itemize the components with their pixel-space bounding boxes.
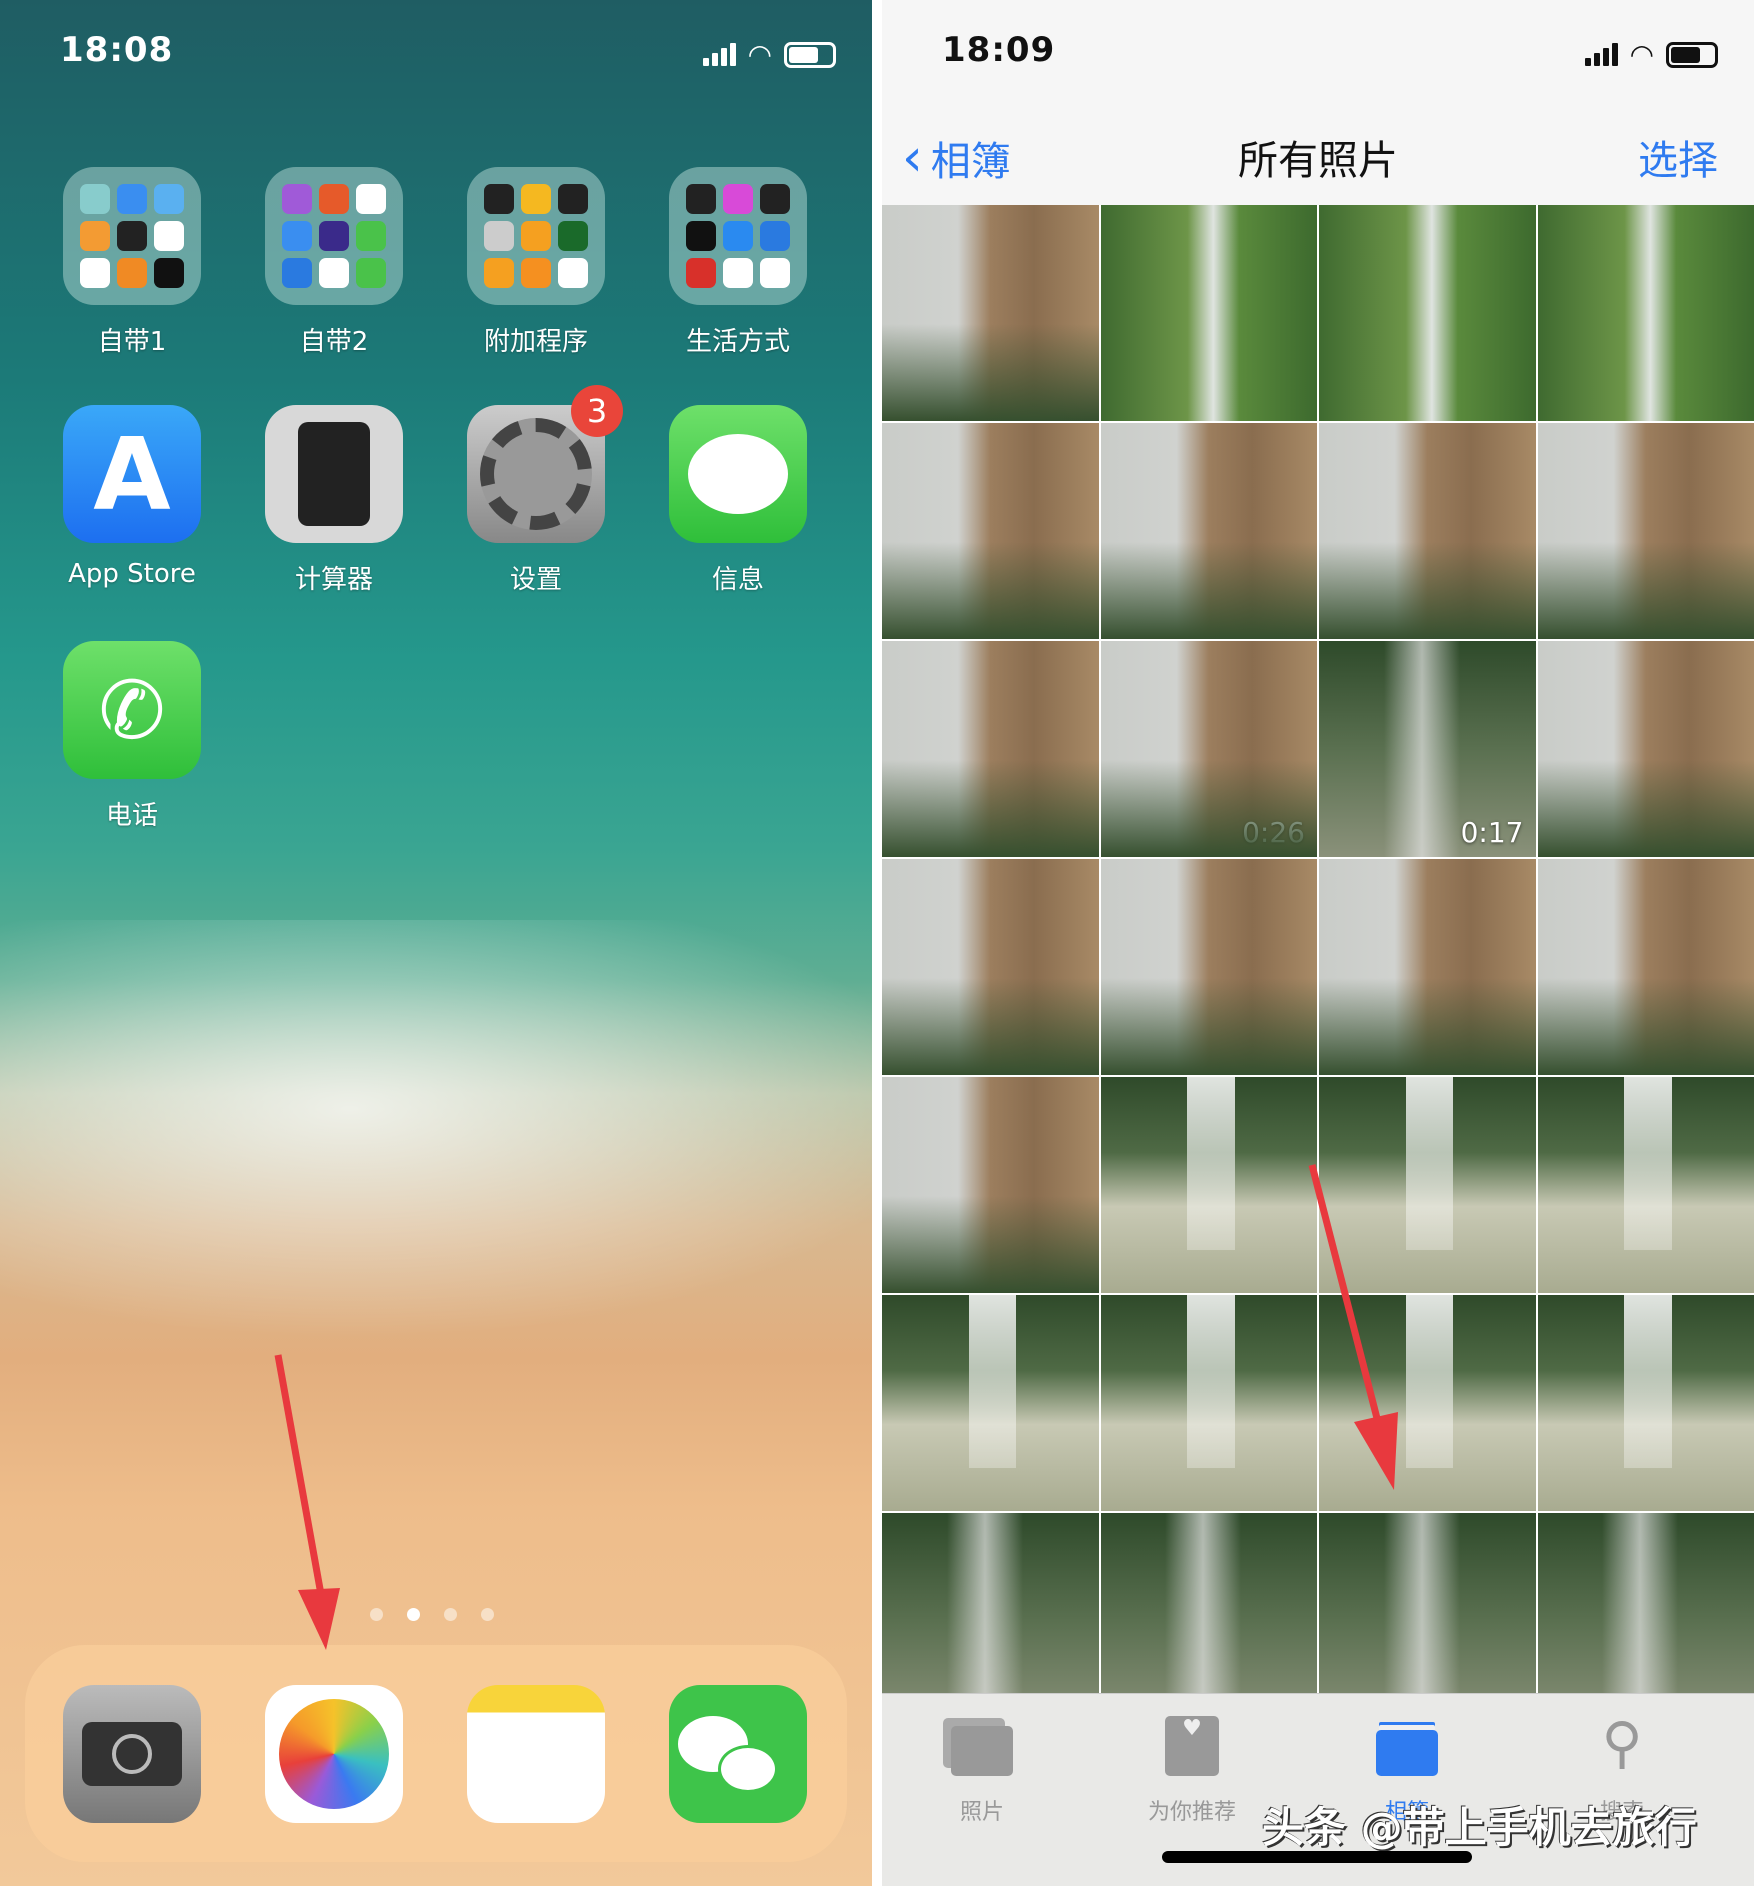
folder-icon bbox=[467, 167, 605, 305]
app-label: 设置 bbox=[509, 565, 562, 595]
video-thumbnail[interactable]: 0:17 bbox=[1319, 641, 1536, 857]
page-indicator[interactable] bbox=[370, 1608, 494, 1621]
select-button[interactable]: 选择 bbox=[1638, 128, 1718, 186]
calculator-icon bbox=[265, 405, 403, 543]
home-indicator[interactable] bbox=[1162, 1851, 1472, 1863]
app-label: 电话 bbox=[105, 801, 158, 831]
photo-grid: 0:26 0:17 bbox=[882, 205, 1754, 1886]
status-time: 18:09 bbox=[942, 30, 1056, 70]
photos-icon bbox=[265, 1685, 403, 1823]
page-dot bbox=[444, 1608, 457, 1621]
photo-thumbnail[interactable] bbox=[1319, 1077, 1536, 1293]
app-label: 计算器 bbox=[294, 565, 373, 595]
settings-gear-icon: 3 bbox=[467, 385, 623, 543]
photo-thumbnail[interactable] bbox=[1537, 205, 1754, 421]
notes-icon bbox=[467, 1685, 605, 1823]
photo-thumbnail[interactable] bbox=[1537, 1077, 1754, 1293]
photo-thumbnail[interactable] bbox=[1319, 423, 1536, 639]
wechat-icon bbox=[669, 1685, 807, 1823]
wifi-icon: ◠ bbox=[1629, 38, 1654, 71]
app-label: App Store bbox=[68, 559, 196, 589]
page-dot bbox=[481, 1608, 494, 1621]
dock-wechat[interactable] bbox=[669, 1685, 807, 1823]
folder-2[interactable]: 自带2 bbox=[265, 167, 403, 358]
photo-thumbnail[interactable] bbox=[882, 423, 1099, 639]
watermark: 头条 @带上手机去旅行 bbox=[1262, 1803, 1697, 1852]
photo-thumbnail[interactable] bbox=[1100, 205, 1317, 421]
photo-thumbnail[interactable] bbox=[882, 205, 1099, 421]
photo-thumbnail[interactable] bbox=[1100, 1077, 1317, 1293]
photos-stack-icon bbox=[902, 1716, 1062, 1776]
video-duration: 0:26 bbox=[1242, 816, 1305, 849]
tab-bar: 照片 ♥ 为你推荐 相簿 ⚲ 搜索 头条 @带上手机去旅行 bbox=[882, 1693, 1754, 1886]
signal-icon bbox=[702, 43, 736, 66]
wifi-icon: ◠ bbox=[747, 38, 772, 71]
photo-thumbnail[interactable] bbox=[882, 859, 1099, 1075]
battery-icon bbox=[1666, 41, 1718, 68]
navigation-bar: 18:09 ◠ ‹ 相簿 所有照片 选择 bbox=[882, 0, 1754, 205]
tab-for-you[interactable]: ♥ 为你推荐 bbox=[1112, 1716, 1272, 1826]
folder-label: 自带2 bbox=[299, 327, 369, 357]
messages-app[interactable]: 信息 bbox=[669, 405, 807, 596]
photo-thumbnail[interactable] bbox=[1100, 1295, 1317, 1511]
memories-heart-icon: ♥ bbox=[1112, 1716, 1272, 1776]
settings-app[interactable]: 3 设置 bbox=[467, 385, 623, 596]
notification-badge: 3 bbox=[571, 385, 623, 437]
folder-1[interactable]: 自带1 bbox=[63, 167, 201, 358]
photo-thumbnail[interactable] bbox=[882, 641, 1099, 857]
photo-thumbnail[interactable] bbox=[1537, 641, 1754, 857]
app-store-app[interactable]: A App Store bbox=[63, 405, 201, 589]
photo-thumbnail[interactable] bbox=[882, 1295, 1099, 1511]
dock-camera[interactable] bbox=[63, 1685, 201, 1823]
photo-thumbnail[interactable] bbox=[1319, 1295, 1536, 1511]
photo-thumbnail[interactable] bbox=[1537, 859, 1754, 1075]
folder-4[interactable]: 生活方式 bbox=[669, 167, 807, 358]
signal-icon bbox=[1584, 43, 1618, 66]
tab-photos[interactable]: 照片 bbox=[902, 1716, 1062, 1826]
photo-thumbnail[interactable] bbox=[1319, 859, 1536, 1075]
tab-label: 照片 bbox=[959, 1800, 1004, 1825]
dock-photos[interactable] bbox=[265, 1685, 403, 1823]
tab-label: 为你推荐 bbox=[1147, 1800, 1236, 1825]
page-dot bbox=[370, 1608, 383, 1621]
dock bbox=[25, 1645, 847, 1862]
video-thumbnail[interactable]: 0:26 bbox=[1100, 641, 1317, 857]
photo-thumbnail[interactable] bbox=[882, 1077, 1099, 1293]
battery-icon bbox=[784, 41, 836, 68]
status-icons: ◠ bbox=[702, 38, 836, 71]
photo-thumbnail[interactable] bbox=[1100, 859, 1317, 1075]
folder-3[interactable]: 附加程序 bbox=[467, 167, 605, 358]
photos-app-screen: 0:26 0:17 18:09 ◠ ‹ 相簿 所有照片 选择 照片 ♥ 为你推荐 相簿… bbox=[882, 0, 1754, 1886]
phone-icon: ✆ bbox=[63, 641, 201, 779]
page-title: 所有照片 bbox=[1238, 138, 1398, 184]
folder-label: 附加程序 bbox=[483, 327, 588, 357]
app-label: 信息 bbox=[711, 565, 764, 595]
video-duration: 0:17 bbox=[1460, 816, 1524, 849]
status-time: 18:08 bbox=[60, 30, 174, 70]
folder-icon bbox=[265, 167, 403, 305]
photo-thumbnail[interactable] bbox=[1100, 423, 1317, 639]
home-screen: 18:08 ◠ 自带1 自带2 附加程序 生活方式 A App Store 计算… bbox=[0, 0, 872, 1886]
search-icon: ⚲ bbox=[1601, 1711, 1643, 1776]
app-store-icon: A bbox=[63, 405, 201, 543]
photo-thumbnail[interactable] bbox=[1537, 1295, 1754, 1511]
folder-label: 生活方式 bbox=[685, 327, 790, 357]
page-dot-active bbox=[407, 1608, 420, 1621]
status-icons: ◠ bbox=[1584, 38, 1718, 71]
red-arrow-annotation bbox=[274, 1354, 340, 1650]
albums-icon bbox=[1327, 1716, 1487, 1776]
folder-label: 自带1 bbox=[97, 327, 167, 357]
folder-icon bbox=[669, 167, 807, 305]
calculator-app[interactable]: 计算器 bbox=[265, 405, 403, 596]
photo-thumbnail[interactable] bbox=[1537, 423, 1754, 639]
photo-thumbnail[interactable] bbox=[1319, 205, 1536, 421]
camera-icon bbox=[63, 1685, 201, 1823]
messages-icon bbox=[669, 405, 807, 543]
folder-icon bbox=[63, 167, 201, 305]
dock-notes[interactable] bbox=[467, 1685, 605, 1823]
wallpaper-foam bbox=[0, 920, 872, 1340]
phone-app[interactable]: ✆ 电话 bbox=[63, 641, 201, 832]
